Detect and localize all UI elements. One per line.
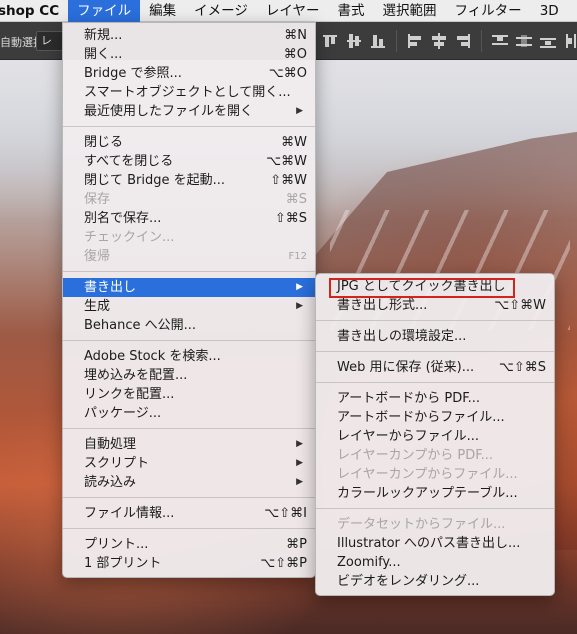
- submenu-arrow-icon: ▶: [296, 301, 303, 311]
- menu-item-close[interactable]: 閉じる ⌘W: [63, 133, 315, 152]
- menu-separator: [316, 508, 554, 509]
- distribute-vertical-center-icon[interactable]: [512, 30, 536, 52]
- menu-item-automate[interactable]: 自動処理 ▶: [63, 435, 315, 454]
- align-bottom-icon[interactable]: [366, 30, 390, 52]
- menu-item-revert[interactable]: 復帰 F12: [63, 247, 315, 266]
- align-toolbar: [318, 30, 577, 52]
- menu-item-new[interactable]: 新規... ⌘N: [63, 26, 315, 45]
- submenu-arrow-icon: ▶: [296, 106, 303, 116]
- menu-separator: [63, 340, 315, 341]
- menu-3d[interactable]: 3D: [531, 0, 568, 22]
- menu-filter[interactable]: フィルター: [445, 0, 530, 22]
- menu-item-artboards-to-files[interactable]: アートボードからファイル...: [316, 408, 554, 427]
- menu-item-place-linked[interactable]: リンクを配置...: [63, 385, 315, 404]
- menu-bar: shop CC ファイル 編集 イメージ レイヤー 書式 選択範囲 フィルター …: [0, 0, 577, 22]
- menu-item-export[interactable]: 書き出し ▶: [63, 278, 315, 297]
- menu-item-open-recent[interactable]: 最近使用したファイルを開く ▶: [63, 102, 315, 121]
- menu-item-layers-to-files[interactable]: レイヤーからファイル...: [316, 427, 554, 446]
- menu-select[interactable]: 選択範囲: [373, 0, 445, 22]
- toolbar-divider: [396, 30, 397, 52]
- align-horizontal-center-icon[interactable]: [427, 30, 451, 52]
- menu-item-color-lookup-tables[interactable]: カラールックアップテーブル...: [316, 484, 554, 503]
- menu-edit[interactable]: 編集: [140, 0, 185, 22]
- menu-item-open[interactable]: 開く... ⌘O: [63, 45, 315, 64]
- menu-item-browse-in-bridge[interactable]: Bridge で参照... ⌥⌘O: [63, 64, 315, 83]
- menu-separator: [63, 428, 315, 429]
- menu-image[interactable]: イメージ: [185, 0, 257, 22]
- align-left-icon[interactable]: [403, 30, 427, 52]
- menu-item-close-and-go-to-bridge[interactable]: 閉じて Bridge を起動... ⇧⌘W: [63, 171, 315, 190]
- menu-item-artboards-to-pdf[interactable]: アートボードから PDF...: [316, 389, 554, 408]
- menu-item-generate[interactable]: 生成 ▶: [63, 297, 315, 316]
- menu-item-render-video[interactable]: ビデオをレンダリング...: [316, 572, 554, 591]
- menu-separator: [63, 126, 315, 127]
- menu-item-export-as[interactable]: 書き出し形式... ⌥⇧⌘W: [316, 296, 554, 315]
- menu-separator: [316, 382, 554, 383]
- highlight-outline: [329, 278, 515, 298]
- menu-item-search-adobe-stock[interactable]: Adobe Stock を検索...: [63, 347, 315, 366]
- menu-separator: [316, 320, 554, 321]
- menu-separator: [316, 351, 554, 352]
- menu-item-layer-comps-to-pdf[interactable]: レイヤーカンプから PDF...: [316, 446, 554, 465]
- menu-item-save-for-web[interactable]: Web 用に保存 (従来)... ⌥⇧⌘S: [316, 358, 554, 377]
- distribute-top-icon[interactable]: [488, 30, 512, 52]
- menu-item-check-in[interactable]: チェックイン...: [63, 228, 315, 247]
- menu-item-quick-export-jpg[interactable]: JPG としてクイック書き出し: [316, 277, 554, 298]
- submenu-arrow-icon: ▶: [296, 282, 303, 292]
- menu-item-open-as-smart-object[interactable]: スマートオブジェクトとして開く...: [63, 83, 315, 102]
- menu-item-zoomify[interactable]: Zoomify...: [316, 553, 554, 572]
- file-menu: 新規... ⌘N 開く... ⌘O Bridge で参照... ⌥⌘O スマートオブジ…: [62, 22, 316, 578]
- menu-item-save[interactable]: 保存 ⌘S: [63, 190, 315, 209]
- menu-item-close-all[interactable]: すべてを閉じる ⌥⌘W: [63, 152, 315, 171]
- menu-item-scripts[interactable]: スクリプト ▶: [63, 454, 315, 473]
- menu-view[interactable]: 表示: [568, 0, 577, 22]
- menu-file[interactable]: ファイル: [68, 0, 141, 22]
- align-top-icon[interactable]: [318, 30, 342, 52]
- menu-separator: [63, 528, 315, 529]
- menu-layer[interactable]: レイヤー: [257, 0, 329, 22]
- menu-item-place-embedded[interactable]: 埋め込みを配置...: [63, 366, 315, 385]
- app-name[interactable]: shop CC: [0, 0, 68, 22]
- menu-item-export-preferences[interactable]: 書き出しの環境設定...: [316, 327, 554, 346]
- submenu-arrow-icon: ▶: [296, 477, 303, 487]
- menu-separator: [63, 497, 315, 498]
- menu-item-paths-to-illustrator[interactable]: Illustrator へのパス書き出し...: [316, 534, 554, 553]
- menu-item-package[interactable]: パッケージ...: [63, 404, 315, 423]
- export-submenu: JPG としてクイック書き出し 書き出し形式... ⌥⇧⌘W 書き出しの環境設定.…: [315, 273, 555, 596]
- menu-item-print-one-copy[interactable]: 1 部プリント ⌥⇧⌘P: [63, 554, 315, 573]
- menu-separator: [63, 271, 315, 272]
- menu-item-print[interactable]: プリント... ⌘P: [63, 535, 315, 554]
- menu-item-file-info[interactable]: ファイル情報... ⌥⇧⌘I: [63, 504, 315, 523]
- align-right-icon[interactable]: [451, 30, 475, 52]
- menu-item-layer-comps-to-files[interactable]: レイヤーカンプからファイル...: [316, 465, 554, 484]
- submenu-arrow-icon: ▶: [296, 439, 303, 449]
- align-vertical-center-icon[interactable]: [342, 30, 366, 52]
- menu-item-import[interactable]: 読み込み ▶: [63, 473, 315, 492]
- menu-item-share-on-behance[interactable]: Behance へ公開...: [63, 316, 315, 335]
- menu-item-save-as[interactable]: 別名で保存... ⇧⌘S: [63, 209, 315, 228]
- distribute-bottom-icon[interactable]: [536, 30, 560, 52]
- menu-type[interactable]: 書式: [328, 0, 373, 22]
- submenu-arrow-icon: ▶: [296, 458, 303, 468]
- menu-item-data-sets-as-files[interactable]: データセットからファイル...: [316, 515, 554, 534]
- distribute-left-icon[interactable]: [560, 30, 577, 52]
- toolbar-divider: [481, 30, 482, 52]
